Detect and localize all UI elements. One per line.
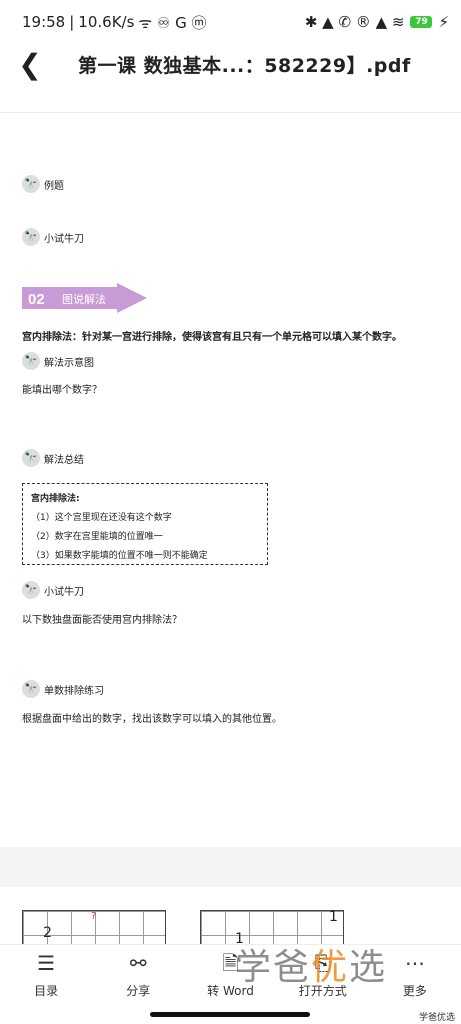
section-banner: 02 图说解法 [22, 283, 147, 313]
page-gap [0, 847, 461, 887]
status-time: 19:58 [22, 13, 66, 31]
watermark-small: 学爸优选 [418, 1013, 455, 1023]
telescope-icon: 🔭 [22, 352, 40, 370]
telescope-icon: 🔭 [22, 228, 40, 246]
charging-icon: ⚡ [438, 13, 449, 31]
document-title: 第一课 数独基本...：582229】.pdf [78, 54, 411, 77]
telescope-icon: 🔭 [22, 175, 40, 193]
status-right: ✱ ▲ ✆ ® ▲ ≋ 79 ⚡ [305, 13, 449, 31]
practice-desc: 根据盘面中给出的数字，找出该数字可以填入的其他位置。 [22, 714, 282, 725]
telescope-icon: 🔭 [22, 680, 40, 698]
doc-item-example: 🔭 例题 [22, 175, 64, 193]
box-line-3: （3）如果数字能填的位置不唯一则不能确定 [31, 551, 208, 561]
title-bar: ❮ 第一课 数独基本...：582229】.pdf [0, 44, 461, 84]
doc-item-summary: 🔭 解法总结 [22, 449, 84, 467]
doc-item-trial2: 🔭 小试牛刀 [22, 581, 84, 599]
status-extra-icons: ᯤ ♾ G ⓜ [138, 13, 207, 32]
home-indicator[interactable] [150, 1012, 310, 1017]
grid-question: ? [91, 911, 97, 922]
share-icon: ⚯ [129, 950, 147, 975]
status-speed: 10.6K/s [78, 13, 135, 31]
list-icon: ☰ [37, 950, 56, 975]
doc-item-diagram: 🔭 解法示意图 [22, 352, 94, 370]
box-line-2: （2）数字在宫里能填的位置唯一 [31, 532, 163, 542]
banner-number: 02 [28, 291, 45, 308]
status-left: 19:58 | 10.6K/s ᯤ ♾ G ⓜ [22, 13, 207, 32]
doc-item-trial1: 🔭 小试牛刀 [22, 228, 84, 246]
summary-box: 宫内排除法: （1）这个宫里现在还没有这个数字 （2）数字在宫里能填的位置唯一 … [22, 483, 268, 565]
doc-item-practice: 🔭 单数排除练习 [22, 680, 104, 698]
back-icon[interactable]: ❮ [0, 44, 60, 84]
box-title: 宫内排除法: [31, 494, 80, 504]
telescope-icon: 🔭 [22, 581, 40, 599]
status-right-icons: ✱ ▲ ✆ ® ▲ ≋ [304, 13, 405, 31]
telescope-icon: 🔭 [22, 449, 40, 467]
grid-number: 1 [329, 909, 338, 925]
grid-number: 2 [43, 925, 52, 941]
box-line-1: （1）这个宫里现在还没有这个数字 [31, 513, 172, 523]
toc-button[interactable]: ☰ 目录 [0, 945, 92, 1005]
rule-text: 宫内排除法：针对某一宫进行排除，使得该宫有且只有一个单元格可以填入某个数字。 [22, 332, 402, 343]
watermark: 学爸优选 [235, 947, 388, 988]
status-bar: 19:58 | 10.6K/s ᯤ ♾ G ⓜ ✱ ▲ ✆ ® ▲ ≋ 79 ⚡ [0, 0, 461, 44]
share-button[interactable]: ⚯ 分享 [92, 945, 184, 1005]
question-text-2: 以下数独盘面能否使用宫内排除法？ [22, 615, 182, 626]
pdf-page[interactable]: 🔭 例题 🔭 小试牛刀 02 图说解法 宫内排除法：针对某一宫进行排除，使得该宫… [0, 112, 461, 849]
more-icon: ⋯ [404, 950, 425, 975]
bottom-toolbar: ☰ 目录 ⚯ 分享 🗎 转 Word ⎘ 打开方式 ⋯ 更多 [0, 944, 461, 1005]
question-text-1: 能填出哪个数字？ [22, 385, 102, 396]
banner-text: 图说解法 [62, 292, 106, 306]
battery-icon: 79 [410, 16, 433, 28]
